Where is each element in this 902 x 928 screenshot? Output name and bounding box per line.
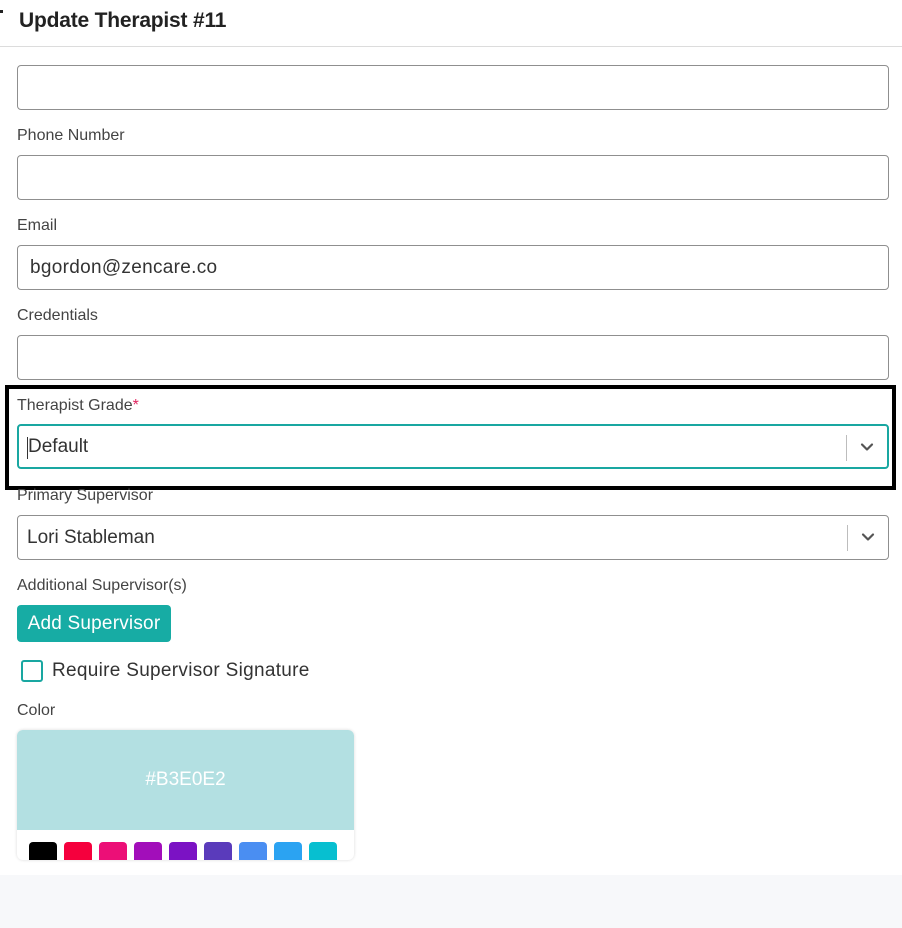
- color-swatch[interactable]: [134, 842, 162, 860]
- color-swatch[interactable]: [309, 842, 337, 860]
- color-swatch[interactable]: [274, 842, 302, 860]
- chevron-down-icon[interactable]: [859, 439, 875, 455]
- email-input[interactable]: [17, 245, 889, 290]
- primary-supervisor-select[interactable]: Lori Stableman: [17, 515, 889, 560]
- color-swatch[interactable]: [239, 842, 267, 860]
- require-signature-label: Require Supervisor Signature: [52, 660, 310, 681]
- additional-supervisors-label: Additional Supervisor(s): [17, 577, 187, 594]
- color-swatch[interactable]: [64, 842, 92, 860]
- color-swatch[interactable]: [204, 842, 232, 860]
- color-swatch[interactable]: [169, 842, 197, 860]
- credentials-label: Credentials: [17, 307, 98, 324]
- primary-supervisor-label: Primary Supervisor: [17, 487, 154, 504]
- therapist-grade-label: Therapist Grade*: [17, 397, 139, 415]
- color-hex-value: #B3E0E2: [145, 769, 226, 790]
- chevron-down-icon[interactable]: [860, 529, 876, 545]
- select-separator: [846, 435, 847, 461]
- color-swatch[interactable]: [29, 842, 57, 860]
- color-preview: #B3E0E2: [17, 730, 354, 830]
- footer-bar: [0, 875, 902, 928]
- back-icon[interactable]: [0, 10, 3, 13]
- name-input[interactable]: [17, 65, 889, 110]
- therapist-grade-value: Default: [28, 436, 89, 457]
- required-mark: *: [132, 397, 139, 414]
- phone-input[interactable]: [17, 155, 889, 200]
- therapist-grade-label-text: Therapist Grade: [17, 397, 133, 414]
- email-label: Email: [17, 217, 58, 234]
- page-title: Update Therapist #11: [19, 9, 227, 32]
- dialog-header: Update Therapist #11: [0, 0, 902, 47]
- color-label: Color: [17, 702, 56, 719]
- add-supervisor-button[interactable]: Add Supervisor: [17, 605, 171, 642]
- therapist-grade-select[interactable]: Default: [17, 424, 889, 469]
- select-separator: [847, 525, 848, 551]
- phone-label: Phone Number: [17, 127, 125, 144]
- primary-supervisor-value: Lori Stableman: [27, 527, 155, 548]
- color-picker[interactable]: #B3E0E2: [17, 730, 354, 860]
- credentials-input[interactable]: [17, 335, 889, 380]
- require-signature-checkbox[interactable]: [21, 660, 43, 682]
- color-swatch[interactable]: [99, 842, 127, 860]
